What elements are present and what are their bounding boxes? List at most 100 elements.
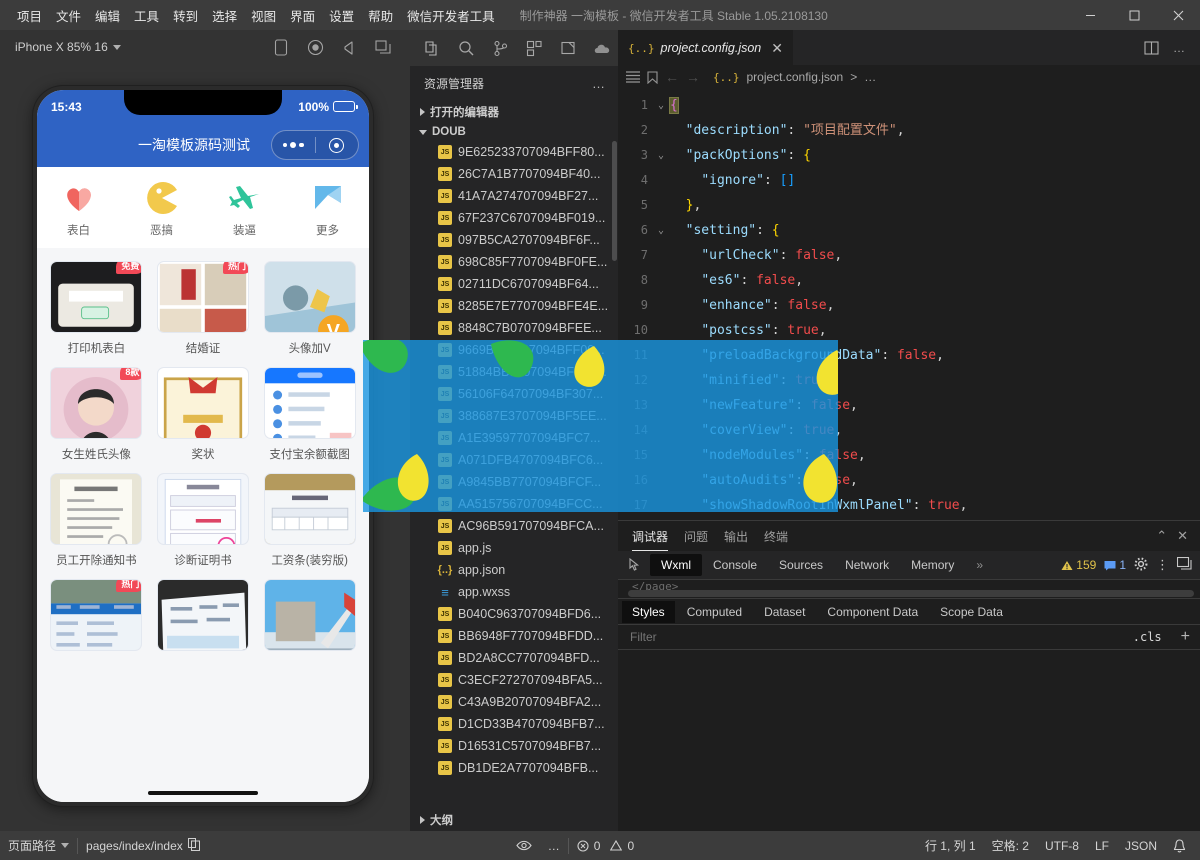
- tab-problems[interactable]: 问题: [684, 522, 708, 550]
- volume-icon[interactable]: [332, 32, 366, 62]
- file-tree-item[interactable]: JSC3ECF272707094BFA5...: [410, 669, 618, 691]
- code-line[interactable]: 3⌄ "packOptions": {: [618, 143, 1200, 168]
- menu-item-settings[interactable]: 设置: [322, 2, 361, 29]
- bookmark-icon[interactable]: [647, 71, 658, 84]
- cloud-icon[interactable]: [586, 33, 618, 63]
- wxml-tree-strip[interactable]: </page>: [618, 580, 1200, 598]
- inspect-element-icon[interactable]: [622, 553, 650, 577]
- code-content[interactable]: 1⌄{2 "description": "项目配置文件",3⌄ "packOpt…: [618, 89, 1200, 520]
- file-tree-item[interactable]: JSAA515756707094BFCC...: [410, 493, 618, 515]
- warning-badge[interactable]: 159: [1061, 558, 1096, 572]
- device-selector[interactable]: iPhone X 85% 16: [10, 37, 126, 57]
- forward-icon[interactable]: →: [686, 69, 700, 85]
- file-tree-item[interactable]: JS02711DC6707094BF64...: [410, 273, 618, 295]
- code-line[interactable]: 14 "coverView": true,: [618, 418, 1200, 443]
- quicknav-item-egao[interactable]: 恶搞: [120, 181, 203, 238]
- code-line[interactable]: 9 "enhance": false,: [618, 293, 1200, 318]
- styles-tab-dataset[interactable]: Dataset: [754, 601, 815, 623]
- template-grid-item[interactable]: 免费打印机表白: [47, 261, 146, 356]
- file-tree-item[interactable]: JS26C7A1B7707094BF40...: [410, 163, 618, 185]
- tab-output[interactable]: 输出: [724, 522, 748, 550]
- extensions-icon[interactable]: [518, 33, 550, 63]
- template-grid-item[interactable]: V头像加V: [260, 261, 359, 356]
- close-icon[interactable]: ✕: [1177, 528, 1188, 544]
- status-more-icon[interactable]: …: [540, 834, 568, 858]
- indentation-setting[interactable]: 空格: 2: [984, 832, 1037, 859]
- file-tree-item[interactable]: JS9E625233707094BFF80...: [410, 141, 618, 163]
- file-tree-item[interactable]: JS8285E7E7707094BFE4E...: [410, 295, 618, 317]
- page-path-selector[interactable]: 页面路径: [0, 832, 77, 859]
- menu-item-file[interactable]: 文件: [49, 2, 88, 29]
- section-open-editors[interactable]: 打开的编辑器: [410, 101, 618, 123]
- code-line[interactable]: 2 "description": "项目配置文件",: [618, 118, 1200, 143]
- code-line[interactable]: 10 "postcss": true,: [618, 318, 1200, 343]
- template-grid-item[interactable]: 工资条(装穷版): [260, 473, 359, 568]
- search-icon[interactable]: [450, 33, 482, 63]
- devtools-tab-console[interactable]: Console: [702, 554, 768, 576]
- file-tree-item[interactable]: JSA9845BB7707094BFCF...: [410, 471, 618, 493]
- breadcrumb-tail[interactable]: …: [864, 70, 876, 84]
- fold-chevron-icon[interactable]: ⌄: [652, 143, 670, 168]
- code-line[interactable]: 8 "es6": false,: [618, 268, 1200, 293]
- code-line[interactable]: 6⌄ "setting": {: [618, 218, 1200, 243]
- file-tree-item[interactable]: JS388687E3707094BF5EE...: [410, 405, 618, 427]
- code-line[interactable]: 11 "preloadBackgroundData": false,: [618, 343, 1200, 368]
- devtools-tab-wxml[interactable]: Wxml: [650, 554, 702, 576]
- devtools-tab-memory[interactable]: Memory: [900, 554, 965, 576]
- code-line[interactable]: 17 "showShadowRootInWxmlPanel": true,: [618, 493, 1200, 518]
- file-tree-item[interactable]: JSapp.js: [410, 537, 618, 559]
- file-tree-item[interactable]: JSA1E39597707094BFC7...: [410, 427, 618, 449]
- dock-icon[interactable]: [1177, 557, 1192, 573]
- code-line[interactable]: 1⌄{: [618, 93, 1200, 118]
- eol-setting[interactable]: LF: [1087, 834, 1117, 858]
- message-badge[interactable]: 1: [1104, 558, 1126, 572]
- code-line[interactable]: 12 "minified": true,: [618, 368, 1200, 393]
- page-path-value-group[interactable]: pages/index/index: [78, 833, 208, 859]
- file-tree-item[interactable]: JSC43A9B20707094BFA2...: [410, 691, 618, 713]
- styles-tab-computed[interactable]: Computed: [677, 601, 752, 623]
- collapse-icon[interactable]: ⌃: [1156, 528, 1167, 544]
- breadcrumb-file[interactable]: project.config.json: [747, 70, 844, 84]
- quicknav-item-gengduo[interactable]: 更多: [286, 181, 369, 238]
- menu-item-project[interactable]: 项目: [10, 2, 49, 29]
- code-line[interactable]: 4 "ignore": []: [618, 168, 1200, 193]
- record-icon[interactable]: [298, 32, 332, 62]
- more-menu-icon[interactable]: [272, 142, 315, 148]
- close-icon[interactable]: ✕: [771, 40, 783, 57]
- quicknav-item-zhuangbi[interactable]: 装逼: [203, 181, 286, 238]
- file-tree-item[interactable]: JSDB1DE2A7707094BFB...: [410, 757, 618, 779]
- menu-item-interface[interactable]: 界面: [283, 2, 322, 29]
- styles-tab-component-data[interactable]: Component Data: [817, 601, 928, 623]
- code-line[interactable]: 15 "nodeModules": false,: [618, 443, 1200, 468]
- template-grid-item[interactable]: 奖状: [154, 367, 253, 462]
- phone-frame-icon[interactable]: [264, 32, 298, 62]
- file-tree-item[interactable]: JS41A7A274707094BF27...: [410, 185, 618, 207]
- code-line[interactable]: 5 },: [618, 193, 1200, 218]
- tab-debugger[interactable]: 调试器: [632, 522, 668, 551]
- template-grid-item[interactable]: [154, 579, 253, 651]
- file-tree-item[interactable]: JSD1CD33B4707094BFB7...: [410, 713, 618, 735]
- file-tree[interactable]: JS9E625233707094BFF80...JS26C7A1B7707094…: [410, 141, 618, 791]
- menu-item-select[interactable]: 选择: [205, 2, 244, 29]
- file-tree-item[interactable]: JSBD2A8CC7707094BFD...: [410, 647, 618, 669]
- fold-chevron-icon[interactable]: ⌄: [652, 93, 670, 118]
- file-tree-item[interactable]: JSAC96B591707094BFCA...: [410, 515, 618, 537]
- section-workspace[interactable]: DOUB: [410, 123, 618, 141]
- devtools-tab-network[interactable]: Network: [834, 554, 900, 576]
- copy-icon[interactable]: [188, 838, 200, 854]
- menu-item-help[interactable]: 帮助: [361, 2, 400, 29]
- capsule-button-group[interactable]: [271, 130, 359, 160]
- file-tree-item[interactable]: JS698C85F7707094BF0FE...: [410, 251, 618, 273]
- debug-icon[interactable]: [552, 33, 584, 63]
- styles-filter-input[interactable]: [618, 625, 1124, 649]
- template-grid-item[interactable]: 热门: [47, 579, 146, 651]
- bell-icon[interactable]: [1165, 834, 1194, 858]
- template-grid-item[interactable]: 热门结婚证: [154, 261, 253, 356]
- template-grid-item[interactable]: 诊断证明书: [154, 473, 253, 568]
- file-tree-item[interactable]: JSBB6948F7707094BFDD...: [410, 625, 618, 647]
- preview-eye-icon[interactable]: [508, 835, 540, 856]
- file-tree-item[interactable]: JS56106F64707094BF307...: [410, 383, 618, 405]
- code-line[interactable]: 16 "autoAudits": false,: [618, 468, 1200, 493]
- close-miniprogram-icon[interactable]: [316, 138, 359, 153]
- file-tree-item[interactable]: {..}app.json: [410, 559, 618, 581]
